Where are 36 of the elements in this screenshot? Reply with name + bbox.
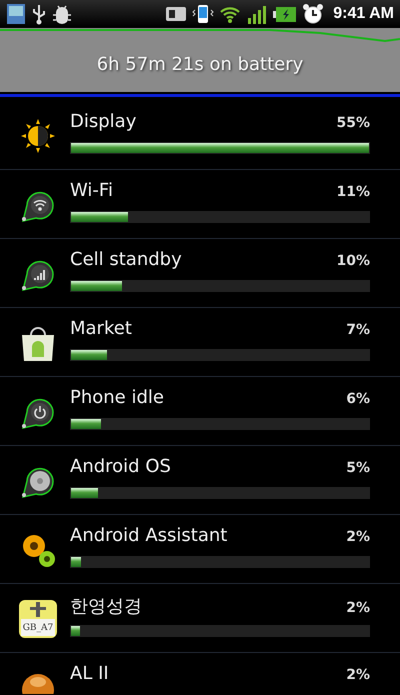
item-name: Android Assistant bbox=[70, 525, 228, 546]
usage-percent: 2% bbox=[346, 667, 370, 683]
clock-time: 9:41 AM bbox=[333, 4, 394, 22]
app-icon bbox=[6, 2, 26, 24]
usage-row[interactable]: AL II 2% bbox=[0, 653, 400, 694]
item-name: Phone idle bbox=[70, 387, 164, 408]
book-icon: GB_A7 bbox=[18, 599, 58, 639]
battery-duration: 6h 57m 21s on battery bbox=[96, 54, 304, 74]
usage-row[interactable]: Market 7% bbox=[0, 308, 400, 377]
item-name: Android OS bbox=[70, 456, 171, 477]
vibrate-icon bbox=[192, 2, 214, 24]
usage-row[interactable]: GB_A7 한영성경 2% bbox=[0, 584, 400, 653]
usage-percent: 7% bbox=[346, 322, 370, 338]
usage-row[interactable]: Android OS 5% bbox=[0, 446, 400, 515]
usage-percent: 6% bbox=[346, 391, 370, 407]
item-name: Market bbox=[70, 318, 132, 339]
item-name: Wi-Fi bbox=[70, 180, 113, 201]
usage-row[interactable]: Cell standby 10% bbox=[0, 239, 400, 308]
usage-percent: 2% bbox=[346, 529, 370, 545]
signal-icon bbox=[246, 4, 268, 24]
usage-percent: 10% bbox=[336, 253, 370, 269]
item-name: 한영성경 bbox=[70, 595, 142, 618]
usage-percent: 2% bbox=[346, 600, 370, 616]
alarm-icon bbox=[302, 2, 324, 24]
usage-row[interactable]: Wi-Fi 11% bbox=[0, 170, 400, 239]
usage-row[interactable]: Android Assistant 2% bbox=[0, 515, 400, 584]
usb-icon bbox=[31, 2, 47, 24]
usage-percent: 11% bbox=[336, 184, 370, 200]
usage-row[interactable]: Display 55% bbox=[0, 101, 400, 170]
item-name: Cell standby bbox=[70, 249, 182, 270]
item-name: AL II bbox=[70, 663, 109, 684]
item-name: Display bbox=[70, 111, 136, 132]
usage-percent: 5% bbox=[346, 460, 370, 476]
usage-percent: 55% bbox=[336, 115, 370, 131]
usage-row[interactable]: Phone idle 6% bbox=[0, 377, 400, 446]
sim-icon bbox=[165, 4, 188, 22]
